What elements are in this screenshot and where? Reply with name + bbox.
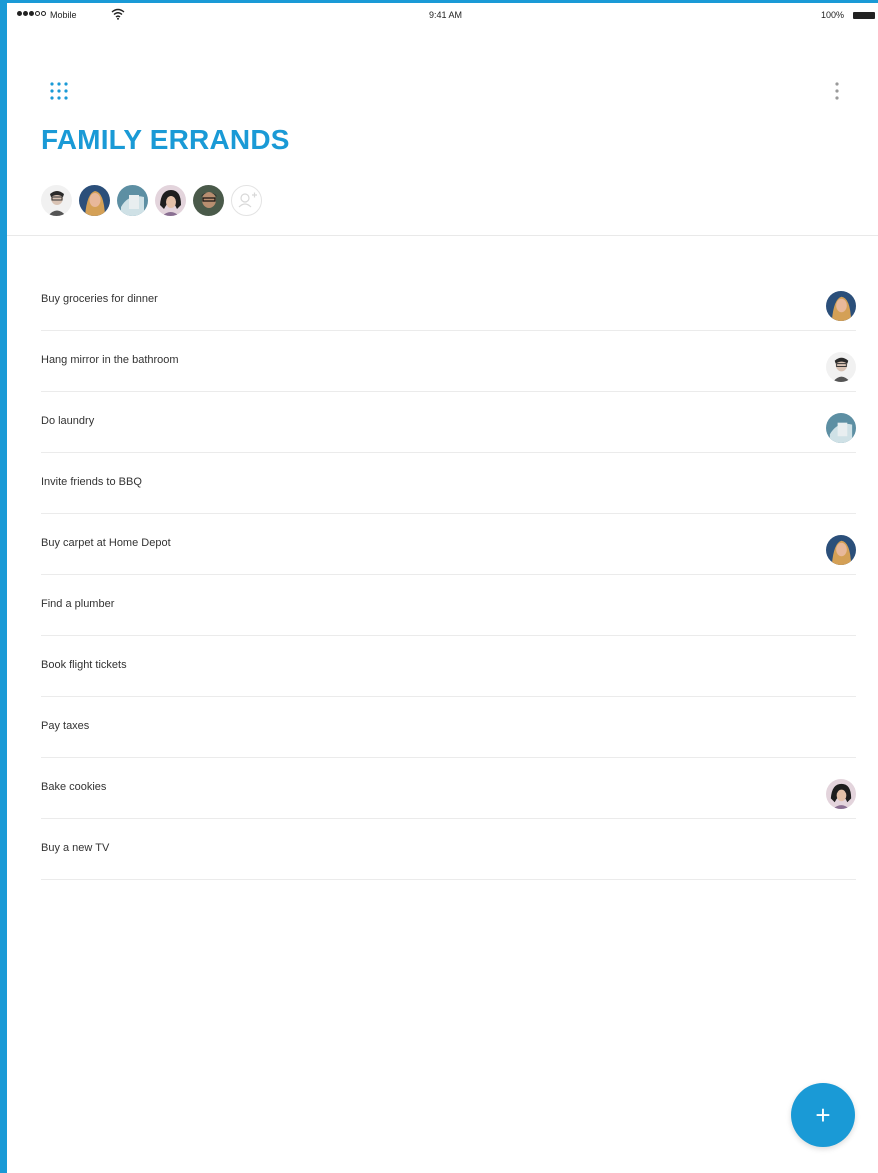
list-item[interactable]: Bake cookies [41, 758, 856, 819]
list-title: FAMILY ERRANDS [41, 124, 290, 155]
list-item[interactable]: Pay taxes [41, 697, 856, 758]
task-label: Find a plumber [41, 598, 115, 610]
avatar[interactable] [41, 185, 72, 216]
avatar[interactable] [117, 185, 148, 216]
assignee-avatar[interactable] [826, 535, 856, 565]
window-frame-left [0, 0, 7, 1173]
more-vertical-icon[interactable] [834, 80, 840, 102]
task-label: Buy groceries for dinner [41, 293, 158, 305]
list-item[interactable]: Buy groceries for dinner [41, 270, 856, 331]
assignee-avatar[interactable] [826, 291, 856, 321]
grid-icon[interactable] [50, 82, 68, 100]
status-time: 9:41 AM [429, 10, 463, 20]
member-avatars [41, 185, 262, 216]
list-item[interactable]: Buy carpet at Home Depot [41, 514, 856, 575]
header-divider [7, 235, 878, 236]
list-item[interactable]: Book flight tickets [41, 636, 856, 697]
avatar[interactable] [79, 185, 110, 216]
status-bar: Mobile 9:41 AM 100% [7, 3, 878, 27]
task-label: Bake cookies [41, 781, 107, 793]
task-label: Pay taxes [41, 720, 90, 732]
task-label: Hang mirror in the bathroom [41, 354, 179, 366]
plus-icon: + [815, 1099, 831, 1130]
task-label: Book flight tickets [41, 659, 127, 671]
task-label: Invite friends to BBQ [41, 476, 142, 488]
wifi-icon [111, 8, 125, 20]
list-item[interactable]: Do laundry [41, 392, 856, 453]
assignee-avatar[interactable] [826, 352, 856, 382]
task-label: Buy a new TV [41, 842, 110, 854]
add-member-icon[interactable] [231, 185, 262, 216]
signal-icon [17, 11, 46, 16]
battery-icon [853, 12, 875, 19]
task-label: Buy carpet at Home Depot [41, 537, 171, 549]
task-label: Do laundry [41, 415, 95, 427]
assignee-avatar[interactable] [826, 779, 856, 809]
carrier-label: Mobile [50, 10, 77, 20]
avatar[interactable] [155, 185, 186, 216]
assignee-avatar[interactable] [826, 413, 856, 443]
list-item[interactable]: Find a plumber [41, 575, 856, 636]
list-item[interactable]: Buy a new TV [41, 819, 856, 880]
list-item[interactable]: Invite friends to BBQ [41, 453, 856, 514]
add-task-button[interactable]: + [791, 1083, 855, 1147]
avatar[interactable] [193, 185, 224, 216]
list-item[interactable]: Hang mirror in the bathroom [41, 331, 856, 392]
task-list: Buy groceries for dinner Hang mirror in … [41, 270, 856, 880]
battery-percent: 100% [821, 10, 845, 20]
